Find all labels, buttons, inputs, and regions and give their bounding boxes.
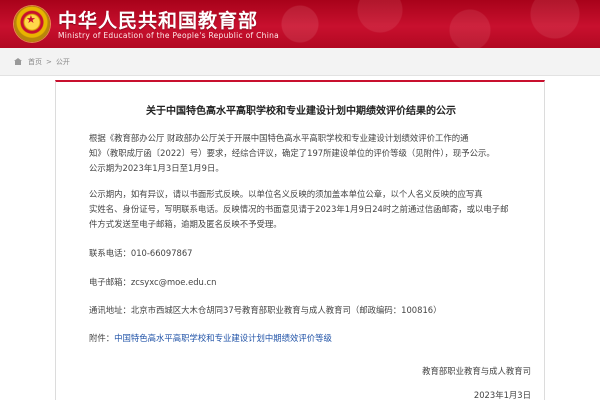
attachment-link[interactable]: 中国特色高水平高职学校和专业建设计划中期绩效评价等级	[114, 333, 332, 343]
contact-phone: 联系电话：010-66097867	[89, 247, 193, 259]
header-pattern	[270, 0, 600, 48]
site-title[interactable]: 中华人民共和国教育部	[58, 6, 258, 33]
breadcrumb-public-link[interactable]: 公开	[56, 57, 70, 67]
phone-value: 010-66097867	[130, 248, 193, 258]
breadcrumb-separator: >	[46, 57, 52, 66]
email-value: zcsyxc@moe.edu.cn	[130, 277, 217, 287]
address-value: 北京市西城区大木仓胡同37号教育部职业教育与成人教育司（邮政编码：100816）	[130, 305, 442, 315]
national-emblem-icon[interactable]: ★	[14, 6, 50, 42]
paragraph-line: 知》（教职成厅函〔2022〕号）要求，经综合评议，确定了197所建设单位的评价等…	[89, 148, 495, 158]
article-paragraph-2: 公示期内，如有异议，请以书面形式反映。以单位名义反映的须加盖本单位公章，以个人名…	[89, 187, 529, 232]
article-card: 关于中国特色高水平高职学校和专业建设计划中期绩效评价结果的公示 根据《教育部办公…	[55, 80, 545, 400]
site-header: ★ 中华人民共和国教育部 Ministry of Education of th…	[0, 0, 600, 48]
star-icon: ★	[26, 13, 36, 26]
page: ★ 中华人民共和国教育部 Ministry of Education of th…	[0, 0, 600, 400]
article-paragraph-1: 根据《教育部办公厅 财政部办公厅关于开展中国特色高水平高职学校和专业建设计划绩效…	[89, 131, 529, 176]
home-icon	[14, 58, 22, 65]
contact-address: 通讯地址：北京市西城区大木仓胡同37号教育部职业教育与成人教育司（邮政编码：10…	[89, 304, 442, 316]
phone-label: 联系电话：	[89, 248, 131, 258]
email-label: 电子邮箱：	[89, 277, 131, 287]
paragraph-line: 实姓名、身份证号，写明联系电话。反映情况的书面意见请于2023年1月9日24时之…	[89, 204, 509, 214]
breadcrumb-home-link[interactable]: 首页	[28, 57, 42, 67]
address-label: 通讯地址：	[89, 305, 131, 315]
breadcrumb: 首页 > 公开	[0, 48, 600, 76]
signature: 教育部职业教育与成人教育司	[422, 366, 531, 376]
paragraph-line: 根据《教育部办公厅 财政部办公厅关于开展中国特色高水平高职学校和专业建设计划绩效…	[89, 133, 469, 143]
site-subtitle-en: Ministry of Education of the People's Re…	[58, 31, 280, 40]
attachment: 附件：中国特色高水平高职学校和专业建设计划中期绩效评价等级	[89, 332, 332, 344]
publish-date: 2023年1月3日	[473, 390, 531, 400]
paragraph-line: 公示期为2023年1月3日至1月9日。	[89, 163, 224, 173]
article-title: 关于中国特色高水平高职学校和专业建设计划中期绩效评价结果的公示	[146, 106, 456, 117]
contact-email: 电子邮箱：zcsyxc@moe.edu.cn	[89, 276, 216, 288]
paragraph-line: 件方式发送至电子邮箱，逾期及匿名反映不予受理。	[89, 219, 282, 229]
attachment-label: 附件：	[89, 333, 115, 343]
paragraph-line: 公示期内，如有异议，请以书面形式反映。以单位名义反映的须加盖本单位公章，以个人名…	[89, 189, 483, 199]
